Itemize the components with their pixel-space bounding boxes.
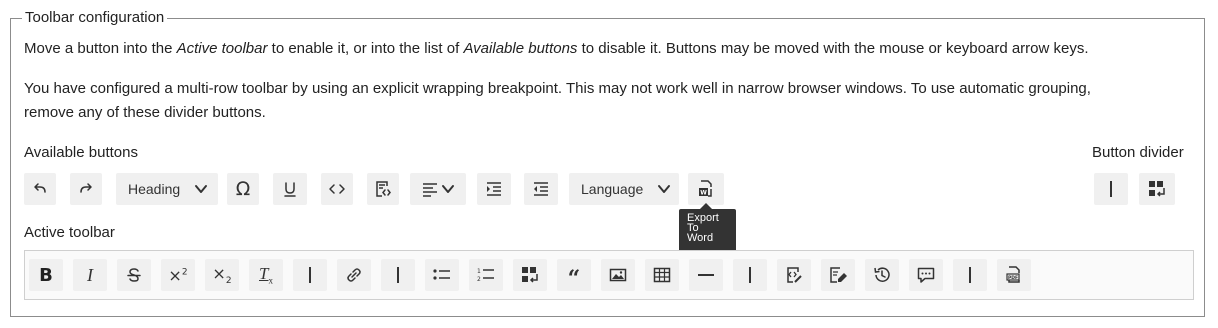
comments-icon bbox=[917, 267, 935, 283]
indent-button[interactable] bbox=[477, 173, 511, 205]
italic-button[interactable]: I bbox=[73, 259, 107, 291]
divider-bar-button[interactable] bbox=[733, 259, 767, 291]
bulleted-list-icon bbox=[433, 269, 450, 280]
table-button[interactable] bbox=[645, 259, 679, 291]
revision-history-icon bbox=[874, 267, 890, 282]
outdent-icon bbox=[534, 182, 548, 196]
underline-icon bbox=[284, 182, 296, 197]
language-dropdown-label: Language bbox=[581, 181, 644, 197]
source-editing-button[interactable] bbox=[777, 259, 811, 291]
redo-icon bbox=[80, 183, 92, 193]
active-toolbar-label: Active toolbar bbox=[24, 224, 115, 241]
divider-bar-icon bbox=[309, 267, 311, 283]
heading-dropdown-label: Heading bbox=[128, 181, 181, 197]
description-part: to disable it. Buttons may be moved with… bbox=[577, 40, 1089, 57]
divider-bar-icon bbox=[749, 267, 751, 283]
svg-text:W: W bbox=[700, 190, 707, 197]
divider-bar-icon bbox=[969, 267, 971, 283]
wrapping-breakpoint-icon bbox=[1149, 181, 1165, 197]
strikethrough-icon bbox=[127, 268, 141, 282]
bulleted-list-button[interactable] bbox=[425, 259, 459, 291]
numbered-list-button[interactable]: 12 bbox=[469, 259, 503, 291]
redo-button[interactable] bbox=[70, 173, 102, 205]
wrapping-breakpoint-icon bbox=[522, 267, 538, 283]
code-button[interactable] bbox=[321, 173, 353, 205]
chevron-down-icon bbox=[658, 185, 671, 193]
export-to-word-tooltip: Export To Word bbox=[679, 203, 736, 255]
blockquote-button[interactable]: “ bbox=[557, 259, 591, 291]
description-part: to enable it, or into the list of bbox=[267, 40, 464, 57]
table-icon bbox=[653, 267, 671, 283]
remove-format-icon: Tx bbox=[259, 264, 273, 286]
chevron-down-icon bbox=[195, 185, 208, 193]
bold-button[interactable]: B bbox=[29, 259, 63, 291]
description-emphasis-available: Available buttons bbox=[463, 40, 578, 57]
subscript-icon: ×2 bbox=[212, 263, 232, 287]
blockquote-icon: “ bbox=[567, 266, 581, 292]
export-to-word-icon: W bbox=[699, 180, 712, 197]
horizontal-line-icon bbox=[698, 274, 714, 276]
superscript-button[interactable]: ×2 bbox=[161, 259, 195, 291]
export-to-word-button[interactable]: W bbox=[688, 173, 724, 205]
divider-bar-button[interactable] bbox=[381, 259, 415, 291]
image-button[interactable] bbox=[601, 259, 635, 291]
divider-bar-button[interactable] bbox=[953, 259, 987, 291]
superscript-icon: ×2 bbox=[168, 265, 188, 285]
bold-icon: B bbox=[39, 264, 53, 286]
description-text: Move a button into the Active toolbar to… bbox=[24, 38, 1089, 60]
strikethrough-button[interactable] bbox=[117, 259, 151, 291]
tooltip-line: Word bbox=[687, 232, 714, 244]
indent-icon bbox=[487, 182, 501, 196]
special-characters-button[interactable]: Ω bbox=[227, 173, 259, 205]
divider-bar-icon bbox=[397, 267, 399, 283]
divider-bar-icon bbox=[1110, 181, 1112, 197]
export-to-pdf-icon: PDF bbox=[1006, 266, 1020, 283]
special-characters-icon: Ω bbox=[235, 178, 251, 200]
wrapping-warning-line-1: You have configured a multi-row toolbar … bbox=[24, 80, 1091, 97]
source-editing-button[interactable] bbox=[367, 173, 399, 205]
horizontal-line-button[interactable] bbox=[689, 259, 723, 291]
language-dropdown[interactable]: Language bbox=[569, 173, 679, 205]
undo-button[interactable] bbox=[24, 173, 56, 205]
description-part: Move a button into the bbox=[24, 40, 177, 57]
description-emphasis-active: Active toolbar bbox=[176, 40, 268, 57]
fieldset-legend: Toolbar configuration bbox=[22, 9, 168, 27]
button-divider-label: Button divider bbox=[1092, 144, 1184, 161]
available-buttons-list: Heading Ω Language W bbox=[0, 173, 1218, 205]
source-editing-icon bbox=[787, 267, 802, 283]
export-to-pdf-button[interactable]: PDF bbox=[997, 259, 1031, 291]
revision-history-button[interactable] bbox=[865, 259, 899, 291]
heading-dropdown[interactable]: Heading bbox=[116, 173, 218, 205]
wrapping-breakpoint-button[interactable] bbox=[1139, 173, 1175, 205]
wrapping-breakpoint-button[interactable] bbox=[513, 259, 547, 291]
available-buttons-label: Available buttons bbox=[24, 144, 138, 161]
italic-icon: I bbox=[87, 264, 93, 285]
subscript-button[interactable]: ×2 bbox=[205, 259, 239, 291]
code-icon bbox=[329, 184, 345, 194]
source-editing-icon bbox=[376, 181, 391, 197]
comments-button[interactable] bbox=[909, 259, 943, 291]
edit-icon bbox=[830, 267, 847, 283]
chevron-down-icon bbox=[442, 185, 454, 193]
link-button[interactable] bbox=[337, 259, 371, 291]
undo-icon bbox=[34, 183, 46, 193]
numbered-list-icon: 12 bbox=[477, 268, 494, 283]
svg-text:2: 2 bbox=[477, 276, 481, 283]
outdent-button[interactable] bbox=[524, 173, 558, 205]
svg-text:1: 1 bbox=[477, 268, 481, 275]
alignment-dropdown[interactable] bbox=[410, 173, 466, 205]
underline-button[interactable] bbox=[273, 173, 307, 205]
alignment-left-icon bbox=[423, 183, 437, 197]
wrapping-warning-line-2: remove any of these divider buttons. bbox=[24, 104, 266, 121]
edit-button[interactable] bbox=[821, 259, 855, 291]
remove-format-button[interactable]: Tx bbox=[249, 259, 283, 291]
divider-bar-button[interactable] bbox=[1094, 173, 1128, 205]
divider-bar-button[interactable] bbox=[293, 259, 327, 291]
link-icon bbox=[347, 268, 361, 282]
image-icon bbox=[609, 268, 627, 282]
active-toolbar-buttons: B I ×2 ×2 Tx 12 “ PDF bbox=[0, 259, 1218, 291]
